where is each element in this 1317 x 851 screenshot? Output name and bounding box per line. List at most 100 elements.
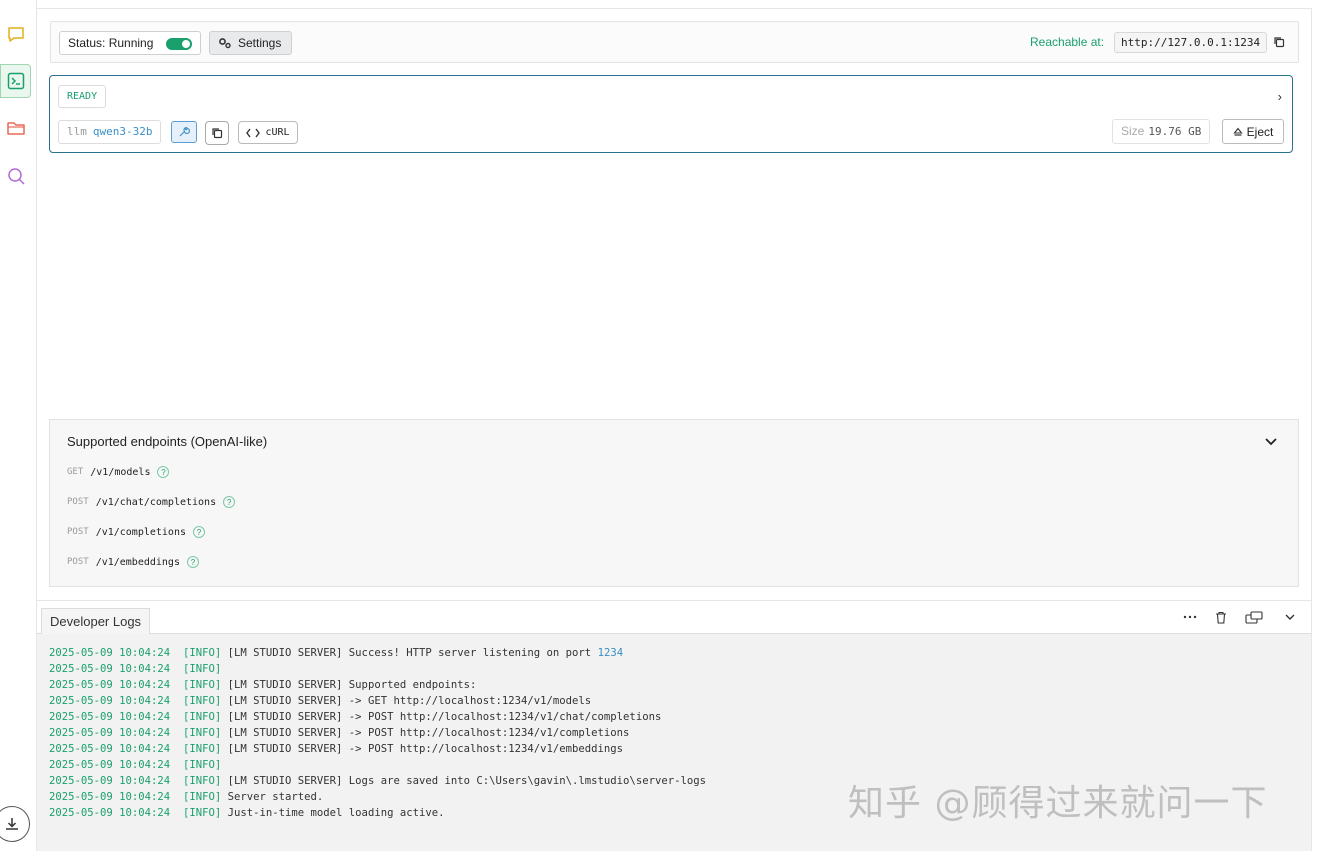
downloads-button[interactable]: [0, 806, 30, 842]
clear-logs-button[interactable]: [1215, 608, 1227, 626]
log-line: 2025-05-09 10:04:24 [INFO] Just-in-time …: [49, 807, 444, 819]
log-message: Just-in-time model loading active.: [227, 807, 445, 819]
endpoint-row: POST /v1/embeddings ?: [67, 556, 199, 568]
log-timestamp: 2025-05-09 10:04:24: [49, 695, 171, 707]
log-message: [LM STUDIO SERVER] Supported endpoints:: [227, 679, 477, 691]
curl-label: cURL: [265, 127, 290, 138]
endpoint-path: /v1/completions: [95, 526, 186, 538]
log-line: 2025-05-09 10:04:24 [INFO]: [49, 759, 228, 771]
log-timestamp: 2025-05-09 10:04:24: [49, 743, 171, 755]
folder-icon: [6, 122, 25, 135]
endpoint-method: POST: [67, 557, 89, 567]
log-timestamp: 2025-05-09 10:04:24: [49, 647, 171, 659]
log-timestamp: 2025-05-09 10:04:24: [49, 807, 171, 819]
log-port-number: 1234: [597, 647, 624, 659]
endpoint-method: GET: [67, 467, 84, 477]
more-icon: [1183, 615, 1197, 619]
zhihu-watermark: 知乎 @顾得过来就问一下: [848, 783, 1268, 824]
model-name: qwen3-32b: [92, 125, 153, 138]
log-message: Server started.: [227, 791, 324, 803]
log-level: [INFO]: [182, 743, 222, 755]
model-identifier[interactable]: llm qwen3-32b: [58, 120, 162, 144]
settings-button[interactable]: Settings: [209, 31, 292, 55]
gears-icon: [219, 38, 231, 49]
log-message: [LM STUDIO SERVER] -> POST http://localh…: [227, 711, 662, 723]
server-url[interactable]: http://127.0.0.1:1234: [1114, 32, 1268, 53]
nav-developer-button[interactable]: [0, 64, 31, 98]
eject-label: Eject: [1246, 124, 1274, 139]
endpoint-row: GET /v1/models ?: [67, 466, 170, 478]
settings-label: Settings: [238, 36, 282, 50]
help-icon[interactable]: ?: [157, 466, 170, 478]
model-size: Size 19.76 GB: [1112, 119, 1211, 144]
log-timestamp: 2025-05-09 10:04:24: [49, 791, 171, 803]
left-nav-rail: [0, 0, 37, 851]
endpoint-path: /v1/chat/completions: [95, 496, 217, 508]
server-status-bar: Status: Running Settings Reachable at: h…: [50, 21, 1299, 63]
collapse-logs-chevron-icon[interactable]: [1284, 608, 1296, 626]
log-timestamp: 2025-05-09 10:04:24: [49, 727, 171, 739]
collapse-endpoints-chevron-icon[interactable]: [1264, 434, 1278, 452]
server-status-toggle-button[interactable]: Status: Running: [59, 31, 201, 55]
log-level: [INFO]: [182, 807, 222, 819]
log-line: 2025-05-09 10:04:24 [INFO] [LM STUDIO SE…: [49, 743, 623, 755]
endpoint-path: /v1/embeddings: [95, 556, 180, 568]
wrench-icon: [179, 126, 190, 137]
chat-icon: [7, 27, 24, 42]
expand-model-chevron-icon[interactable]: ›: [1278, 89, 1282, 104]
logs-divider: [37, 600, 1312, 601]
download-icon: [6, 818, 18, 830]
logs-more-button[interactable]: [1183, 608, 1197, 626]
terminal-icon: [7, 72, 24, 90]
log-line: 2025-05-09 10:04:24 [INFO] [LM STUDIO SE…: [49, 679, 476, 691]
log-level: [INFO]: [182, 775, 222, 787]
search-icon: [7, 168, 25, 185]
popout-icon: [1245, 610, 1263, 624]
log-level: [INFO]: [182, 663, 222, 675]
help-icon[interactable]: ?: [223, 496, 236, 508]
help-icon[interactable]: ?: [193, 526, 205, 538]
copy-icon: [1274, 37, 1285, 48]
eject-icon: [1233, 127, 1243, 136]
log-message: [LM STUDIO SERVER] Success! HTTP server …: [227, 647, 598, 659]
log-line: 2025-05-09 10:04:24 [INFO] [LM STUDIO SE…: [49, 775, 706, 787]
log-message: [LM STUDIO SERVER] -> GET http://localho…: [227, 695, 592, 707]
endpoint-method: POST: [67, 527, 89, 537]
code-icon: [246, 128, 261, 137]
log-level: [INFO]: [182, 791, 222, 803]
popout-logs-button[interactable]: [1245, 608, 1263, 626]
curl-button[interactable]: cURL: [238, 121, 298, 144]
help-icon[interactable]: ?: [186, 556, 199, 568]
model-kind: llm: [67, 125, 87, 138]
supported-endpoints-panel: Supported endpoints (OpenAI-like) GET /v…: [49, 419, 1299, 587]
model-size-label: Size: [1121, 124, 1145, 138]
developer-logs-tab[interactable]: Developer Logs: [41, 608, 151, 634]
model-config-button[interactable]: [171, 121, 197, 143]
server-running-toggle[interactable]: [166, 38, 192, 50]
nav-models-button[interactable]: [0, 111, 31, 145]
nav-search-button[interactable]: [0, 159, 31, 193]
log-line: 2025-05-09 10:04:24 [INFO] [LM STUDIO SE…: [49, 695, 591, 707]
log-level: [INFO]: [182, 759, 222, 771]
log-line: 2025-05-09 10:04:24 [INFO] Server starte…: [49, 791, 323, 803]
model-size-value: 19.76 GB: [1148, 125, 1202, 138]
log-level: [INFO]: [182, 695, 222, 707]
endpoint-row: POST /v1/completions ?: [67, 526, 205, 538]
trash-icon: [1216, 611, 1226, 624]
copy-model-id-button[interactable]: [205, 121, 229, 145]
log-line: 2025-05-09 10:04:24 [INFO] [LM STUDIO SE…: [49, 647, 623, 659]
server-status-label: Status: Running: [68, 36, 154, 50]
log-level: [INFO]: [182, 647, 222, 659]
eject-button[interactable]: Eject: [1222, 119, 1284, 144]
top-divider: [37, 8, 1312, 9]
log-line: 2025-05-09 10:04:24 [INFO]: [49, 663, 228, 675]
log-line: 2025-05-09 10:04:24 [INFO] [LM STUDIO SE…: [49, 711, 661, 723]
model-status-badge: READY: [58, 85, 107, 108]
endpoint-row: POST /v1/chat/completions ?: [67, 496, 236, 508]
log-line: 2025-05-09 10:04:24 [INFO] [LM STUDIO SE…: [49, 727, 629, 739]
log-level: [INFO]: [182, 679, 222, 691]
copy-url-button[interactable]: [1273, 35, 1285, 53]
nav-chat-button[interactable]: [0, 18, 31, 52]
right-divider: [1311, 8, 1312, 851]
endpoint-path: /v1/models: [90, 466, 151, 478]
